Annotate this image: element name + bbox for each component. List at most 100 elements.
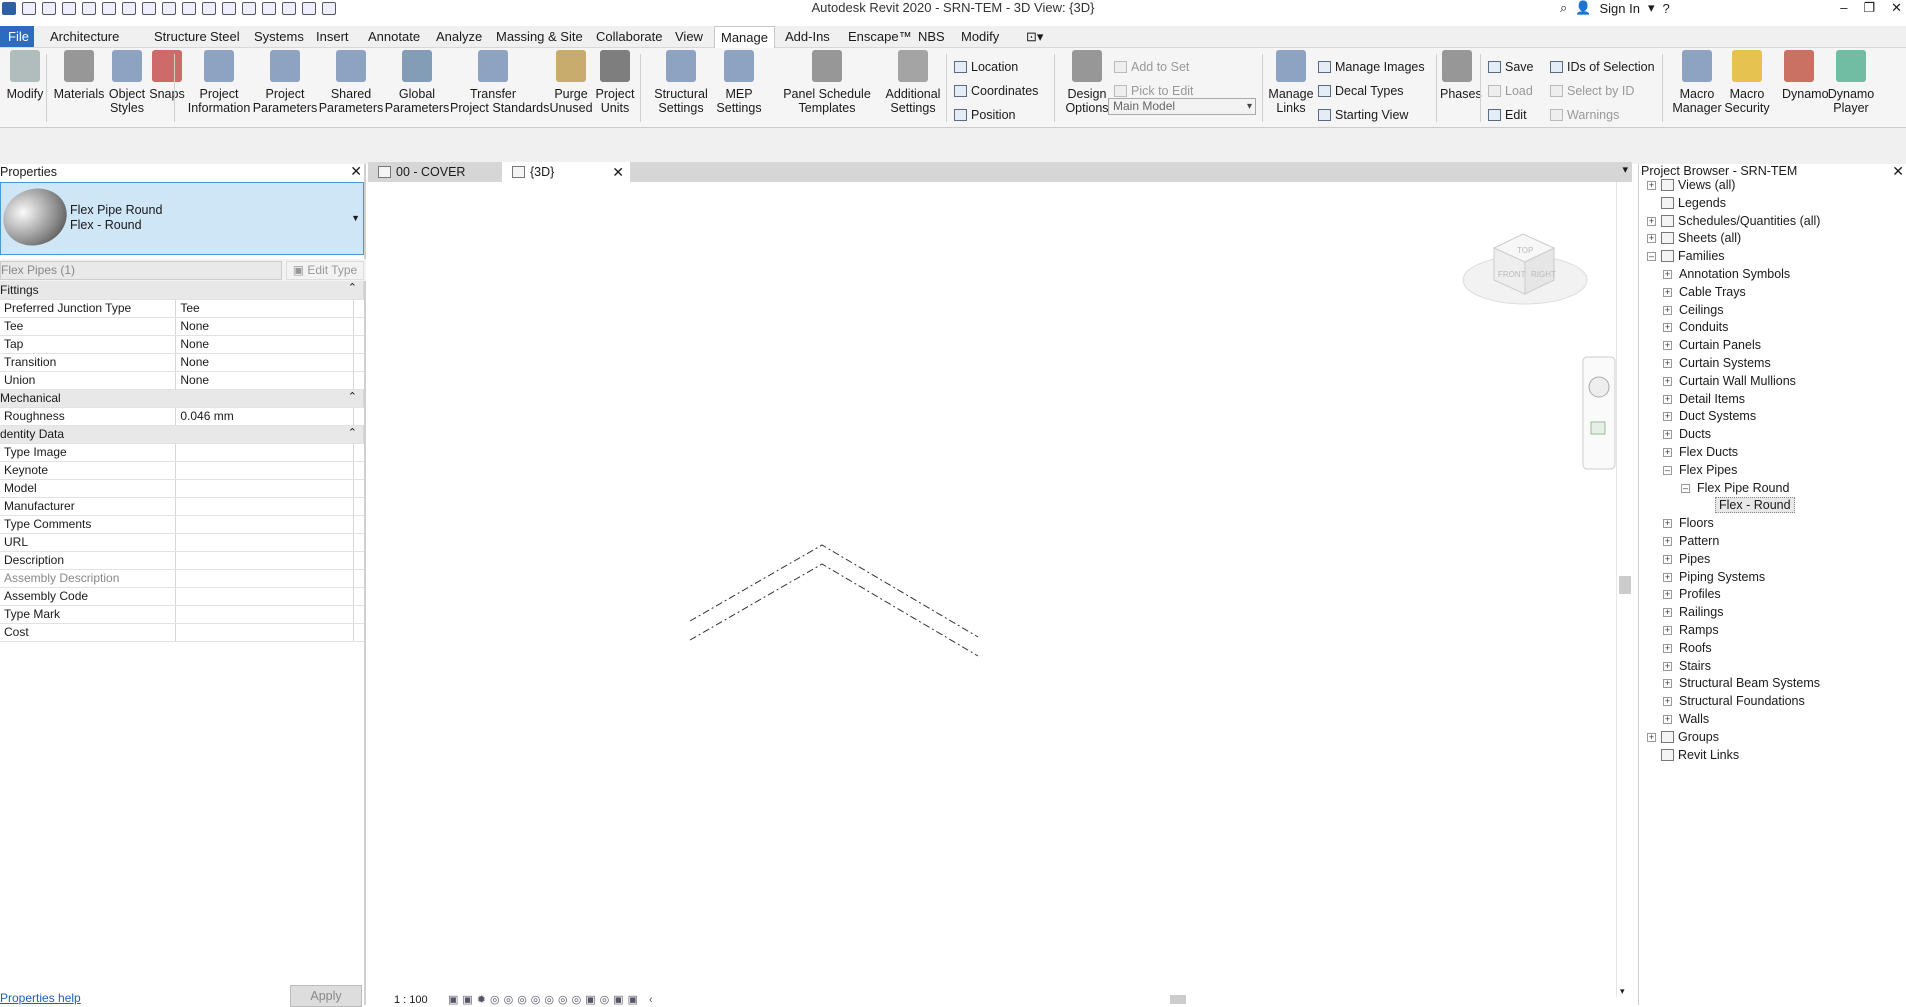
expand-icon[interactable]: + <box>1663 715 1672 724</box>
edit-button[interactable]: Edit <box>1488 106 1527 124</box>
browser-node[interactable]: Structural Foundations <box>1679 692 1805 710</box>
chevron-down-icon[interactable]: ▾ <box>1648 0 1655 16</box>
flex-pipe-geometry[interactable] <box>689 544 979 657</box>
expand-icon[interactable]: + <box>1647 732 1656 742</box>
property-value[interactable] <box>175 461 354 480</box>
save-button[interactable]: Save <box>1488 58 1534 76</box>
tab-annotate[interactable]: Annotate <box>362 26 426 47</box>
tab-file[interactable]: File <box>0 26 34 47</box>
project-information-button[interactable]: Project Information <box>180 50 258 115</box>
expand-icon[interactable]: + <box>1663 626 1672 635</box>
project-units-button[interactable]: Project Units <box>592 50 638 115</box>
collapse-icon[interactable]: ⌃ <box>348 390 357 403</box>
restore-icon[interactable]: ❐ <box>1863 0 1875 16</box>
browser-node[interactable]: Ramps <box>1679 621 1719 639</box>
browser-node[interactable]: Walls <box>1679 710 1709 728</box>
browser-node[interactable]: Flex - Round <box>1715 496 1795 514</box>
property-value[interactable] <box>175 533 354 552</box>
collapse-icon[interactable]: ⌃ <box>348 281 357 294</box>
browser-node[interactable]: Curtain Panels <box>1679 336 1761 354</box>
property-row[interactable]: Tee None <box>0 317 364 336</box>
collapse-icon[interactable]: ⌃ <box>348 426 357 439</box>
expand-icon[interactable]: + <box>1663 661 1672 671</box>
expand-icon[interactable]: + <box>1663 341 1672 351</box>
collapse-icon[interactable]: – <box>1647 252 1656 262</box>
property-row[interactable]: Tap None <box>0 335 364 354</box>
property-value[interactable]: None <box>175 371 354 390</box>
macro-manager-button[interactable]: Macro Manager <box>1670 50 1724 115</box>
browser-node[interactable]: Piping Systems <box>1679 568 1765 586</box>
property-row[interactable]: Type Image <box>0 443 364 462</box>
ids-of-selection-button[interactable]: IDs of Selection <box>1550 58 1655 76</box>
scroll-thumb[interactable] <box>1619 576 1631 594</box>
project-parameters-button[interactable]: Project Parameters <box>250 50 320 115</box>
manage-images-button[interactable]: Manage Images <box>1318 58 1425 76</box>
browser-node[interactable]: Sheets (all) <box>1661 229 1741 247</box>
expand-icon[interactable]: + <box>1663 430 1672 440</box>
context-toggle-icon[interactable]: ⊡▾ <box>1020 26 1049 47</box>
manage-links-button[interactable]: Manage Links <box>1266 50 1316 115</box>
browser-node[interactable]: Floors <box>1679 514 1714 532</box>
browser-node[interactable]: Roofs <box>1679 639 1712 657</box>
property-group[interactable]: Mechanical ⌃ <box>0 389 364 408</box>
mep-settings-button[interactable]: MEP Settings <box>716 50 762 115</box>
help-icon[interactable]: ? <box>1662 1 1669 16</box>
browser-node[interactable]: Duct Systems <box>1679 407 1756 425</box>
browser-node[interactable]: Curtain Systems <box>1679 354 1771 372</box>
vertical-scrollbar[interactable]: ▾ <box>1616 182 1632 997</box>
property-row[interactable]: Description <box>0 551 364 570</box>
structural-settings-button[interactable]: Structural Settings <box>650 50 712 115</box>
browser-node[interactable]: Profiles <box>1679 585 1721 603</box>
horizontal-scroll-thumb[interactable] <box>1170 995 1186 1004</box>
load-button[interactable]: Load <box>1488 82 1533 100</box>
tab-modify[interactable]: Modify <box>955 26 1005 47</box>
drawing-canvas[interactable]: TOP FRONT RIGHT <box>368 182 1632 997</box>
property-value[interactable] <box>175 479 354 498</box>
browser-node[interactable]: Pattern <box>1679 532 1719 550</box>
phases-button[interactable]: Phases <box>1440 50 1482 101</box>
location-button[interactable]: Location <box>954 58 1018 76</box>
property-row[interactable]: Preferred Junction Type Tee <box>0 299 364 318</box>
property-group[interactable]: dentity Data ⌃ <box>0 425 364 444</box>
browser-node[interactable]: Ducts <box>1679 425 1711 443</box>
expand-icon[interactable]: + <box>1663 376 1672 386</box>
property-value[interactable]: None <box>175 353 354 372</box>
tab-3d[interactable]: {3D} ✕ <box>502 162 630 182</box>
browser-node[interactable]: Annotation Symbols <box>1679 265 1790 283</box>
design-option-dropdown[interactable]: Main Model <box>1108 98 1256 115</box>
coordinates-button[interactable]: Coordinates <box>954 82 1038 100</box>
browser-node[interactable]: Flex Pipe Round <box>1697 479 1789 497</box>
sign-in-link[interactable]: Sign In <box>1599 1 1639 16</box>
property-row[interactable]: URL <box>0 533 364 552</box>
tab-manage[interactable]: Manage <box>714 26 775 48</box>
expand-icon[interactable]: + <box>1663 537 1672 546</box>
edit-type-button[interactable]: ▣ Edit Type <box>286 261 364 280</box>
property-row[interactable]: Roughness 0.046 mm <box>0 407 364 426</box>
property-row[interactable]: Cost <box>0 623 364 642</box>
close-icon[interactable]: ✕ <box>350 163 362 179</box>
browser-node[interactable]: Conduits <box>1679 318 1728 336</box>
select-by-id-button[interactable]: Select by ID <box>1550 82 1634 100</box>
warnings-button[interactable]: Warnings <box>1550 106 1619 124</box>
browser-node[interactable]: Flex Ducts <box>1679 443 1738 461</box>
collapse-icon[interactable]: – <box>1681 483 1690 493</box>
navigation-bar[interactable] <box>1582 356 1616 470</box>
expand-icon[interactable]: + <box>1663 590 1672 600</box>
tab-insert[interactable]: Insert <box>310 26 355 47</box>
expand-icon[interactable]: + <box>1663 519 1672 529</box>
tab-massing-site[interactable]: Massing & Site <box>490 26 589 47</box>
property-row[interactable]: Manufacturer <box>0 497 364 516</box>
expand-icon[interactable]: + <box>1647 216 1656 226</box>
tab-cover[interactable]: 00 - COVER <box>368 162 502 182</box>
browser-node[interactable]: Ceilings <box>1679 301 1723 319</box>
expand-icon[interactable]: + <box>1663 323 1672 333</box>
property-value[interactable] <box>175 551 354 570</box>
expand-icon[interactable]: + <box>1663 305 1672 315</box>
collapse-icon[interactable]: – <box>1663 465 1672 475</box>
browser-node[interactable]: Pipes <box>1679 550 1710 568</box>
browser-node[interactable]: Legends <box>1661 194 1726 212</box>
minimize-icon[interactable]: – <box>1840 0 1847 16</box>
property-row[interactable]: Assembly Description <box>0 569 364 588</box>
browser-node[interactable]: Stairs <box>1679 657 1711 675</box>
property-row[interactable]: Type Mark <box>0 605 364 624</box>
